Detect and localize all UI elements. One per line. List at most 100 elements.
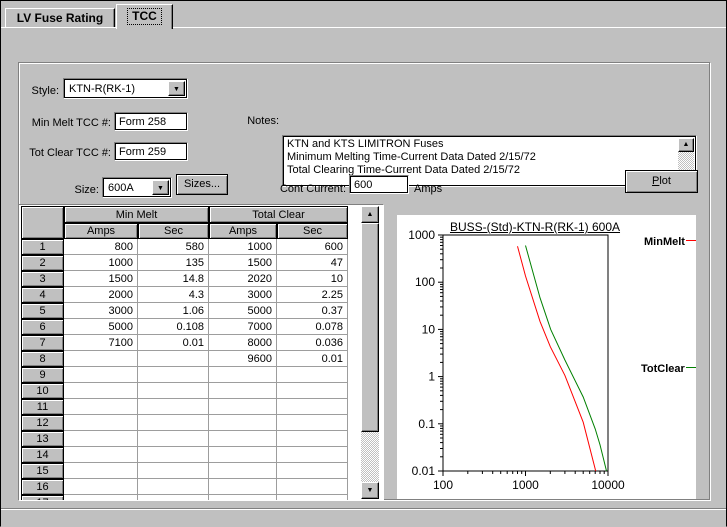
grid-cell[interactable]: 2000 [64,287,138,303]
size-dropdown-button[interactable]: ▼ [152,180,169,195]
grid-cell[interactable] [277,415,348,431]
grid-cell[interactable] [64,463,138,479]
grid-cell[interactable]: 8000 [209,335,277,351]
grid-cell[interactable] [138,415,209,431]
grid-cell[interactable]: 0.036 [277,335,348,351]
tab-lv-fuse-rating[interactable]: LV Fuse Rating [5,8,115,28]
grid-cell[interactable] [138,431,209,447]
grid-cell[interactable]: 5000 [64,319,138,335]
grid-cell[interactable] [209,463,277,479]
grid-cell[interactable]: 47 [277,255,348,271]
grid-cell[interactable]: 0.108 [138,319,209,335]
grid-cell[interactable]: 0.01 [277,351,348,367]
grid-scrollbar-thumb[interactable] [361,223,379,432]
grid-cell[interactable] [64,351,138,367]
grid-row-header[interactable]: 10 [21,383,64,399]
grid-cell[interactable] [277,383,348,399]
grid-row-header[interactable]: 3 [21,271,64,287]
grid-cell[interactable] [209,383,277,399]
grid-row-header[interactable]: 14 [21,447,64,463]
grid-cell[interactable] [138,367,209,383]
grid-cell[interactable] [64,383,138,399]
grid-cell[interactable] [277,367,348,383]
size-combobox[interactable]: 600A ▼ [102,177,172,198]
grid-scroll-track[interactable] [361,432,379,482]
grid-cell[interactable] [64,367,138,383]
grid-cell[interactable]: 600 [277,239,348,255]
grid-cell[interactable] [138,351,209,367]
grid-cell[interactable] [64,415,138,431]
grid-cell[interactable]: 135 [138,255,209,271]
grid-row-header[interactable]: 15 [21,463,64,479]
grid-cell[interactable]: 0.01 [138,335,209,351]
grid-cell[interactable] [277,495,348,501]
grid-cell[interactable] [138,447,209,463]
grid-cell[interactable]: 800 [64,239,138,255]
style-dropdown-button[interactable]: ▼ [168,81,185,96]
grid-cell[interactable]: 1000 [209,239,277,255]
grid-cell[interactable] [209,367,277,383]
grid-cell[interactable] [64,431,138,447]
tot-clear-tcc-input[interactable]: Form 259 [114,142,188,161]
grid-cell[interactable]: 2.25 [277,287,348,303]
grid-cell[interactable] [138,479,209,495]
grid-cell[interactable]: 7000 [209,319,277,335]
grid-cell[interactable] [209,495,277,501]
min-melt-tcc-input[interactable]: Form 258 [114,112,188,131]
grid-cell[interactable] [138,383,209,399]
grid-cell[interactable] [277,447,348,463]
grid-row-header[interactable]: 6 [21,319,64,335]
grid-row-header[interactable]: 1 [21,239,64,255]
grid-cell[interactable]: 9600 [209,351,277,367]
grid-scrollbar[interactable]: ▲ ▼ [361,206,379,499]
grid-cell[interactable]: 1000 [64,255,138,271]
grid-cell[interactable]: 5000 [209,303,277,319]
grid-row-header[interactable]: 7 [21,335,64,351]
grid-cell[interactable] [209,431,277,447]
grid-cell[interactable]: 1500 [64,271,138,287]
grid-cell[interactable]: 3000 [209,287,277,303]
grid-cell[interactable] [277,479,348,495]
grid-row-header[interactable]: 8 [21,351,64,367]
grid-row-header[interactable]: 13 [21,431,64,447]
grid-cell[interactable] [277,431,348,447]
tab-tcc[interactable]: TCC [116,4,173,29]
grid-cell[interactable] [209,447,277,463]
grid-row-header[interactable]: 2 [21,255,64,271]
grid-row-header[interactable]: 17 [21,495,64,501]
grid-cell[interactable] [277,399,348,415]
plot-button[interactable]: Plot [625,170,698,193]
cont-current-input[interactable]: 600 [349,175,409,194]
grid-scroll-up-button[interactable]: ▲ [361,206,379,223]
grid-cell[interactable] [138,495,209,501]
grid-cell[interactable] [138,463,209,479]
grid-cell[interactable] [138,399,209,415]
grid-row-header[interactable]: 5 [21,303,64,319]
grid-cell[interactable]: 0.078 [277,319,348,335]
sizes-button[interactable]: Sizes... [176,174,228,195]
grid-cell[interactable]: 0.37 [277,303,348,319]
grid-cell[interactable]: 1500 [209,255,277,271]
grid-cell[interactable]: 580 [138,239,209,255]
grid-scroll-down-button[interactable]: ▼ [361,482,379,499]
grid-cell[interactable] [209,399,277,415]
grid-cell[interactable] [209,415,277,431]
style-combobox[interactable]: KTN-R(RK-1) ▼ [63,78,188,99]
grid-cell[interactable] [64,447,138,463]
grid-cell[interactable] [209,479,277,495]
grid-row-header[interactable]: 9 [21,367,64,383]
grid-cell[interactable]: 2020 [209,271,277,287]
notes-scroll-up-button[interactable]: ▲ [678,138,694,152]
grid-cell[interactable]: 1.06 [138,303,209,319]
grid-cell[interactable]: 7100 [64,335,138,351]
grid-cell[interactable]: 10 [277,271,348,287]
grid-cell[interactable] [277,463,348,479]
grid-row-header[interactable]: 11 [21,399,64,415]
grid-cell[interactable] [64,399,138,415]
grid-cell[interactable]: 14.8 [138,271,209,287]
grid-row-header[interactable]: 12 [21,415,64,431]
grid-cell[interactable]: 4.3 [138,287,209,303]
grid-row-header[interactable]: 4 [21,287,64,303]
grid-cell[interactable] [64,495,138,501]
grid-row-header[interactable]: 16 [21,479,64,495]
